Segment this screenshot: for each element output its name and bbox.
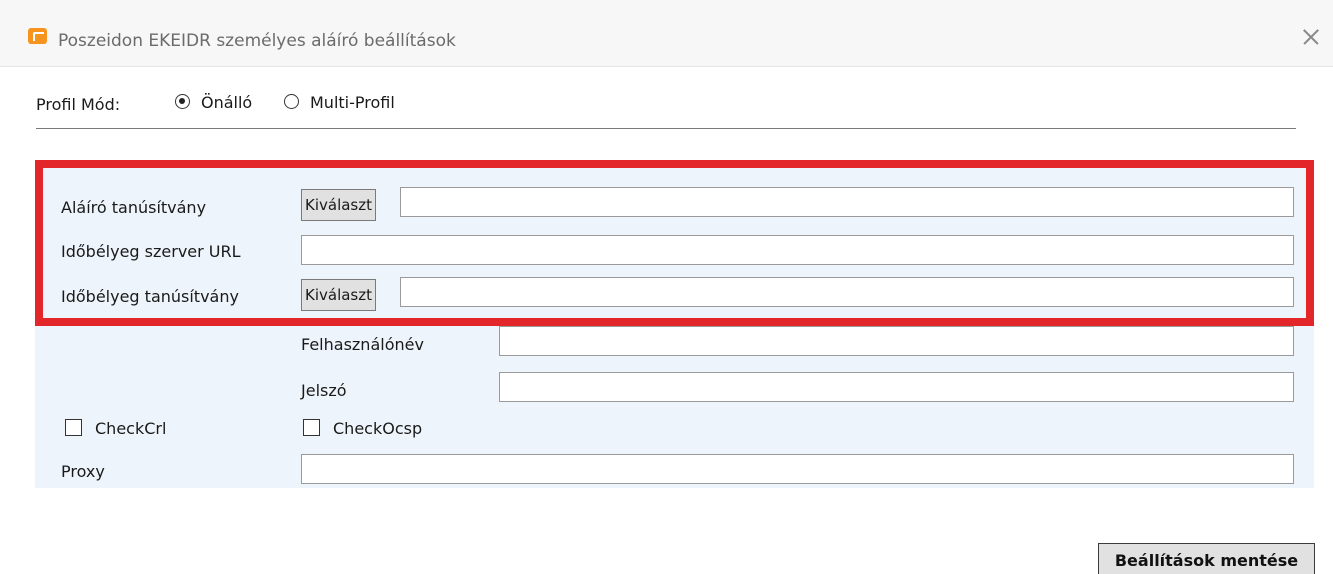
check-crl-checkbox[interactable]: [65, 419, 82, 436]
username-label: Felhasználónév: [301, 335, 424, 354]
radio-onallo[interactable]: [175, 94, 190, 109]
settings-window: Poszeidon EKEIDR személyes aláíró beállí…: [0, 0, 1333, 574]
profile-mode-label: Profil Mód:: [36, 95, 121, 114]
highlight-box: [35, 160, 1314, 326]
save-settings-button[interactable]: Beállítások mentése: [1098, 543, 1315, 574]
username-field[interactable]: [499, 326, 1294, 356]
check-ocsp-label[interactable]: CheckOcsp: [333, 419, 422, 438]
radio-onallo-label[interactable]: Önálló: [201, 93, 252, 112]
radio-multi-profil[interactable]: [284, 94, 299, 109]
proxy-label: Proxy: [61, 462, 105, 481]
password-field[interactable]: [499, 372, 1294, 402]
title-bar: Poszeidon EKEIDR személyes aláíró beállí…: [0, 0, 1333, 67]
close-icon[interactable]: [1299, 25, 1323, 49]
window-title: Poszeidon EKEIDR személyes aláíró beállí…: [58, 31, 456, 51]
poszeidon-app-icon: [28, 28, 47, 44]
header-divider: [36, 128, 1296, 129]
check-crl-label[interactable]: CheckCrl: [95, 419, 166, 438]
check-ocsp-checkbox[interactable]: [303, 419, 320, 436]
radio-multi-profil-label[interactable]: Multi-Profil: [310, 93, 395, 112]
proxy-field[interactable]: [301, 454, 1294, 484]
password-label: Jelszó: [301, 381, 347, 400]
